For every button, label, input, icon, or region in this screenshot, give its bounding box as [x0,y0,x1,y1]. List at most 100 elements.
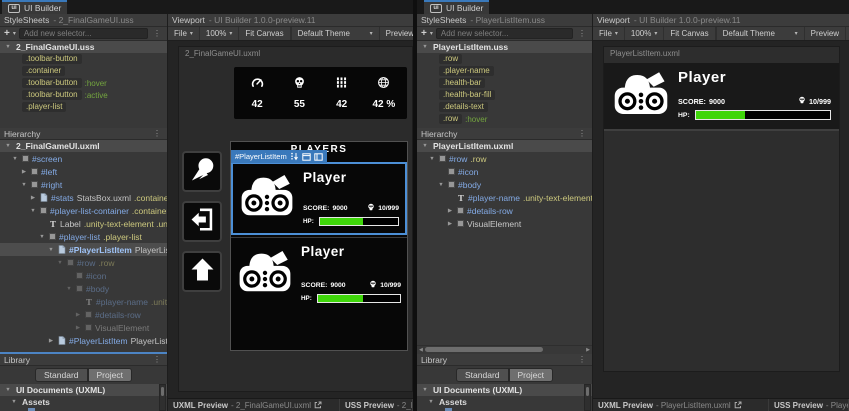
selector-pill[interactable]: .player-name [439,66,494,76]
theme-select[interactable]: Default Theme ▾ [290,27,379,40]
assets-row[interactable]: ▼ Assets [0,396,167,407]
collapse-arrow-icon[interactable]: ▼ [65,286,73,292]
documents-scrollbar[interactable] [159,384,166,411]
uss-selector-row[interactable]: .health-bar [417,77,592,89]
uss-selector-row[interactable]: .health-bar-fill [417,89,592,101]
collapse-arrow-icon[interactable]: ▼ [421,387,429,393]
window-icon[interactable] [313,152,323,161]
add-selector-dropdown-icon[interactable]: ▾ [13,30,16,37]
collapse-arrow-icon[interactable]: ▼ [38,234,46,240]
tab-standard[interactable]: Standard [35,368,88,382]
hierarchy-row-details-row[interactable]: ▶ #details-row [417,204,592,217]
player-list-item[interactable]: Player SCORE: 9000 10/999 HP: [231,162,407,235]
scroll-left-icon[interactable]: ◀ [417,347,425,353]
ui-documents-header[interactable]: ▼ UI Documents (UXML) [0,384,167,396]
hierarchy-hscrollbar[interactable]: ◀ ▶ [417,345,592,353]
hierarchy-row-details-row[interactable]: ▶ #details-row [0,308,167,321]
hierarchy-row-playerlistitem[interactable]: ▶ #PlayerListItemPlayerListItem.us [0,334,167,347]
hierarchy-row-body[interactable]: ▼ #body [417,178,592,191]
selector-pill[interactable]: .details-text [439,102,488,112]
hierarchy-row-icon[interactable]: #icon [417,165,592,178]
player-list-panel[interactable]: PLAYERS #PlayerListItem PlayerSCORE:9000… [230,141,408,351]
add-selector-button[interactable]: + [421,28,427,39]
hierarchy-row-visualelement[interactable]: ▶ VisualElement [0,321,167,334]
uss-selector-row[interactable]: .toolbar-button [0,53,167,65]
collapse-arrow-icon[interactable]: ▼ [4,143,12,149]
selector-pill[interactable]: .row [439,54,463,64]
preview-button[interactable]: Preview [803,27,845,40]
hierarchy-row-player-name[interactable]: T #player-name.unity-text- [0,295,167,308]
hierarchy-row-visualelement[interactable]: ▶ VisualElement [417,217,592,230]
collapse-arrow-icon[interactable]: ▼ [10,399,18,405]
hierarchy-row-label[interactable]: T Label.unity-text-element .unity- [0,217,167,230]
collapse-arrow-icon[interactable]: ▼ [428,156,436,162]
selector-pill[interactable]: .player-list [22,102,67,112]
collapse-arrow-icon[interactable]: ▼ [56,260,64,266]
hierarchy-row-player-name[interactable]: T #player-name.unity-text-element .u [417,191,592,204]
theme-select[interactable]: Default Theme ▾ [715,27,804,40]
uss-selector-row[interactable]: .details-text [417,101,592,113]
external-link-icon[interactable] [314,401,322,409]
selector-pill[interactable]: .toolbar-button [22,78,82,88]
expand-arrow-icon[interactable]: ▶ [74,312,82,318]
stats-box[interactable]: 42 55 42 42 % [234,67,407,119]
meteor-button[interactable] [182,151,222,192]
expand-arrow-icon[interactable]: ▶ [47,338,55,344]
selector-pill[interactable]: .toolbar-button [22,54,82,64]
uss-selector-row[interactable]: .row [417,53,592,65]
selector-pill[interactable]: .container [22,66,66,76]
collapse-arrow-icon[interactable]: ▼ [11,156,19,162]
scroll-right-icon[interactable]: ▶ [584,347,592,353]
library-menu-icon[interactable]: ⋮ [576,355,588,364]
selector-pill[interactable]: .toolbar-button [22,90,82,100]
collapse-arrow-icon[interactable]: ▼ [437,182,445,188]
documents-scrollbar[interactable] [584,384,591,411]
collapse-arrow-icon[interactable]: ▼ [427,399,435,405]
add-selector-input[interactable] [18,28,148,39]
canvas-title[interactable]: PlayerListItem.uxml [604,47,839,60]
selector-pill[interactable]: .health-bar-fill [439,90,496,100]
ui-documents-header[interactable]: ▼ UI Documents (UXML) [417,384,592,396]
uss-selector-row[interactable]: .row:hover [417,113,592,125]
hierarchy-row-left[interactable]: ▶ #left [0,165,167,178]
add-selector-button[interactable]: + [4,28,10,39]
canvas-title[interactable]: 2_FinalGameUI.uxml [179,47,412,60]
collapse-arrow-icon[interactable]: ▼ [421,143,429,149]
player-list-item[interactable]: Player SCORE: 9000 10/999 HP: [231,237,407,310]
external-link-icon[interactable] [734,401,742,409]
uss-selector-row[interactable]: .container [0,65,167,77]
library-menu-icon[interactable]: ⋮ [151,355,163,364]
uss-preview-tab[interactable]: USS Preview - 2_FinalGameUI.u [340,399,413,411]
player-row[interactable]: Player SCORE: 9000 10/999 HP: [604,63,839,131]
tab-standard[interactable]: Standard [456,368,509,382]
uss-file-header[interactable]: ▼ 2_FinalGameUI.uss [0,41,167,53]
uss-selector-row[interactable]: .player-list [0,101,167,113]
collapse-arrow-icon[interactable]: ▼ [4,44,12,50]
collapse-arrow-icon[interactable]: ▼ [4,387,12,393]
hierarchy-row-playerlistitem[interactable]: ▼ #PlayerListItemPlayerListItem.us [0,243,167,256]
stylesheets-menu-icon[interactable]: ⋮ [151,29,163,38]
collapse-arrow-icon[interactable]: ▼ [47,247,55,253]
collapse-arrow-icon[interactable]: ▼ [421,44,429,50]
ui-builder-tab[interactable]: ui UI Builder [424,0,490,14]
tab-project[interactable]: Project [87,368,132,382]
uss-selector-row[interactable]: .toolbar-button:active [0,89,167,101]
hierarchy-row-stats[interactable]: ▶ #statsStatsBox.uxml.container [0,191,167,204]
uss-selector-row[interactable]: .player-name [417,65,592,77]
exit-door-button[interactable] [182,201,222,242]
window-icon[interactable] [301,152,311,161]
expand-arrow-icon[interactable]: ▶ [20,169,28,175]
stylesheets-menu-icon[interactable]: ⋮ [576,29,588,38]
fit-canvas-button[interactable]: Fit Canvas [239,27,291,40]
expand-arrow-icon[interactable]: ▶ [29,195,37,201]
add-selector-input[interactable] [435,28,573,39]
ui-builder-tab[interactable]: ui UI Builder [2,0,68,14]
uss-selector-row[interactable]: .toolbar-button:hover [0,77,167,89]
selector-pill[interactable]: .health-bar [439,78,486,88]
uxml-root-header[interactable]: ▼ 2_FinalGameUI.uxml [0,140,167,152]
zoom-select[interactable]: 100% ▾ [200,27,240,40]
hierarchy-row-player-list-container[interactable]: ▼ #player-list-container .container [0,204,167,217]
assets-row[interactable]: ▼ Assets [417,396,592,407]
zoom-select[interactable]: 100% ▾ [625,27,665,40]
hierarchy-row-body[interactable]: ▼ #body [0,282,167,295]
